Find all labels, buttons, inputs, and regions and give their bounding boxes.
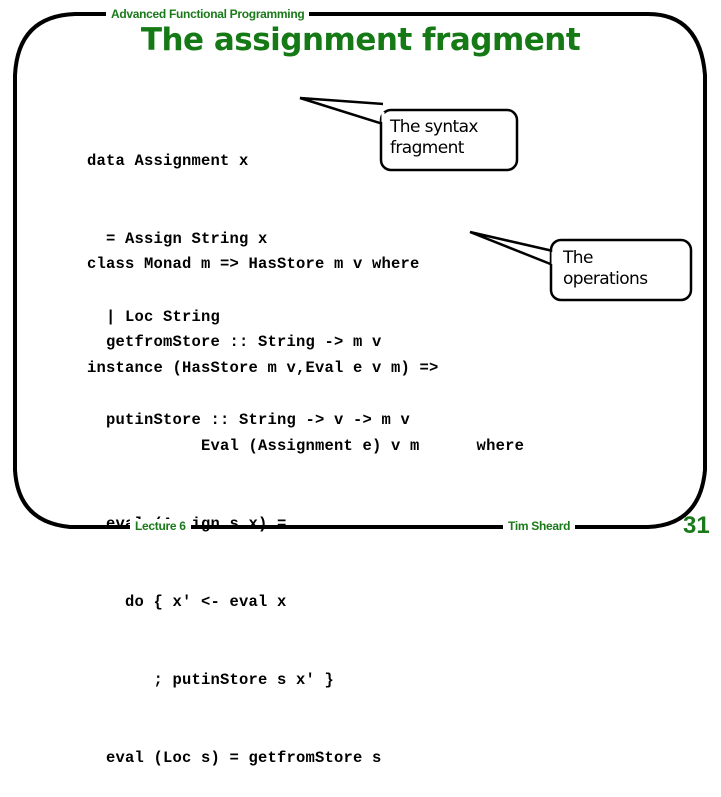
author-label: Tim Sheard	[503, 519, 576, 533]
page-number: 31	[683, 512, 710, 539]
callout-line: The syntax	[390, 117, 478, 137]
code-line: class Monad m => HasStore m v where	[87, 255, 420, 273]
callout-line: The	[563, 248, 593, 268]
course-title: Advanced Functional Programming	[106, 7, 310, 21]
callout-operations: The operations	[563, 248, 648, 290]
code-line: ; putinStore s x' }	[87, 671, 335, 689]
code-line: eval (Loc s) = getfromStore s	[87, 749, 382, 767]
code-instance-declaration: instance (HasStore m v,Eval e v m) => Ev…	[87, 303, 524, 797]
callout-line: operations	[563, 269, 648, 289]
code-line: Eval (Assignment e) v m where	[87, 437, 525, 455]
code-line: do { x' <- eval x	[87, 593, 287, 611]
slide-title: The assignment fragment	[140, 22, 581, 58]
callout-syntax: The syntax fragment	[390, 117, 478, 159]
callout-line: fragment	[390, 138, 464, 158]
lecture-label: Lecture 6	[130, 519, 191, 533]
code-line: data Assignment x	[87, 152, 249, 170]
code-line: instance (HasStore m v,Eval e v m) =>	[87, 359, 439, 377]
